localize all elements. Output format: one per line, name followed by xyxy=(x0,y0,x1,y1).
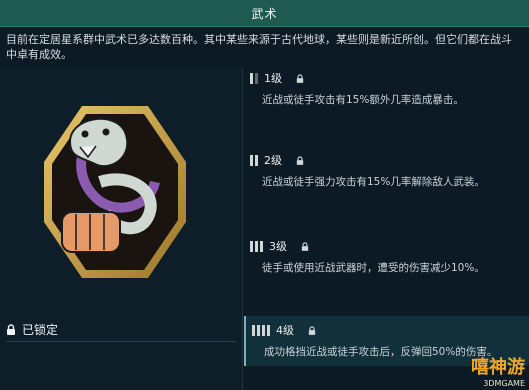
locked-label: 已锁定 xyxy=(22,322,59,337)
rank-bars-icon xyxy=(250,240,263,252)
lock-icon xyxy=(296,155,304,165)
title-bar: 武术 xyxy=(0,0,529,27)
site-watermark: 嘻神游 3DMGAME xyxy=(471,353,525,388)
tier-name: 1级 xyxy=(264,72,282,85)
lock-icon xyxy=(308,325,316,335)
watermark-main: 嘻神游 xyxy=(471,357,525,378)
locked-status: 已锁定 xyxy=(6,318,236,340)
tier-name: 4级 xyxy=(276,324,294,337)
tiers-panel: 1级 近战或徒手攻击有15%额外几率造成暴击。 2级 近战或徒手强力攻击有15%… xyxy=(244,68,529,390)
tier-description: 徒手或使用近战武器时，遭受的伤害减少10%。 xyxy=(262,262,485,274)
rank-bars-icon xyxy=(250,72,258,84)
tier-description: 近战或徒手强力攻击有15%几率解除敌人武装。 xyxy=(262,176,485,188)
skill-description: 目前在定居星系群中武术已多达数百种。其中某些来源于古代地球，某些则是新近所创。但… xyxy=(6,33,512,61)
panel-divider xyxy=(242,68,243,390)
page-title: 武术 xyxy=(251,6,278,21)
snake-fist-emblem-icon xyxy=(44,106,186,278)
lock-icon xyxy=(296,73,304,83)
rank-bars-icon xyxy=(252,324,270,336)
tier-1[interactable]: 1级 近战或徒手攻击有15%额外几率造成暴击。 xyxy=(244,70,529,114)
tier-description: 近战或徒手攻击有15%额外几率造成暴击。 xyxy=(262,94,464,106)
watermark-sub: 3DMGAME xyxy=(483,379,525,388)
status-underline xyxy=(6,341,236,342)
tier-2[interactable]: 2级 近战或徒手强力攻击有15%几率解除敌人武装。 xyxy=(244,152,529,196)
lock-icon xyxy=(7,323,15,335)
tier-3[interactable]: 3级 徒手或使用近战武器时，遭受的伤害减少10%。 xyxy=(244,238,529,282)
tier-name: 2级 xyxy=(264,154,282,167)
rank-bars-icon xyxy=(250,154,258,166)
lock-icon xyxy=(301,241,309,251)
tier-name: 3级 xyxy=(269,240,287,253)
